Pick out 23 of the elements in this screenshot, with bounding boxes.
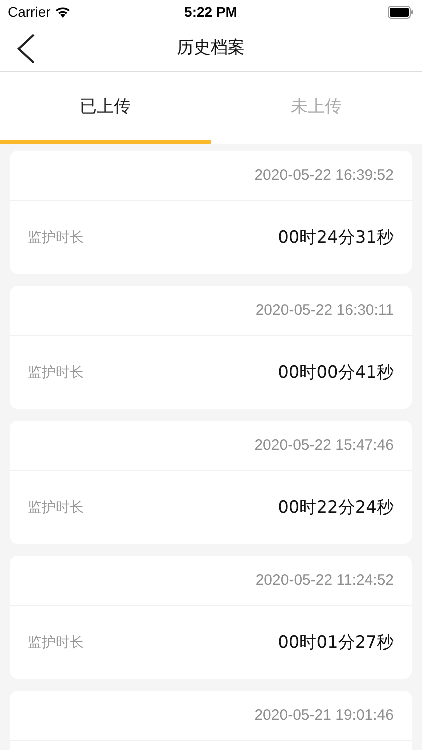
record-time: 2020-05-21 19:01:46 [254, 707, 394, 724]
battery-icon [388, 6, 414, 18]
page-title: 历史档案 [177, 38, 245, 58]
record-card[interactable]: 2020-05-22 15:47:46 监护时长 00时22分24秒 [10, 421, 412, 544]
record-card[interactable]: 2020-05-22 16:30:11 监护时长 00时00分41秒 [10, 286, 412, 409]
duration-label: 监护时长 [28, 498, 84, 516]
duration-value: 00时24分31秒 [278, 227, 394, 249]
duration-label: 监护时长 [28, 228, 84, 246]
duration-value: 00时22分24秒 [278, 497, 394, 519]
duration-label: 监护时长 [28, 634, 84, 652]
wifi-icon [54, 6, 71, 18]
carrier-label: Carrier [8, 4, 51, 20]
record-card[interactable]: 2020-05-22 16:39:52 监护时长 00时24分31秒 [10, 151, 412, 274]
record-time: 2020-05-22 11:24:52 [256, 572, 394, 589]
duration-label: 监护时长 [28, 364, 84, 382]
record-time: 2020-05-22 15:47:46 [254, 437, 394, 454]
record-time: 2020-05-22 16:39:52 [254, 167, 394, 184]
duration-value: 00时01分27秒 [278, 632, 394, 654]
record-card[interactable]: 2020-05-22 11:24:52 监护时长 00时01分27秒 [10, 556, 412, 679]
tab[interactable]: 已上传 [0, 72, 211, 144]
duration-value: 00时00分41秒 [278, 362, 394, 384]
clock-time: 5:22 PM [184, 4, 238, 20]
record-time: 2020-05-22 16:30:11 [256, 302, 394, 319]
